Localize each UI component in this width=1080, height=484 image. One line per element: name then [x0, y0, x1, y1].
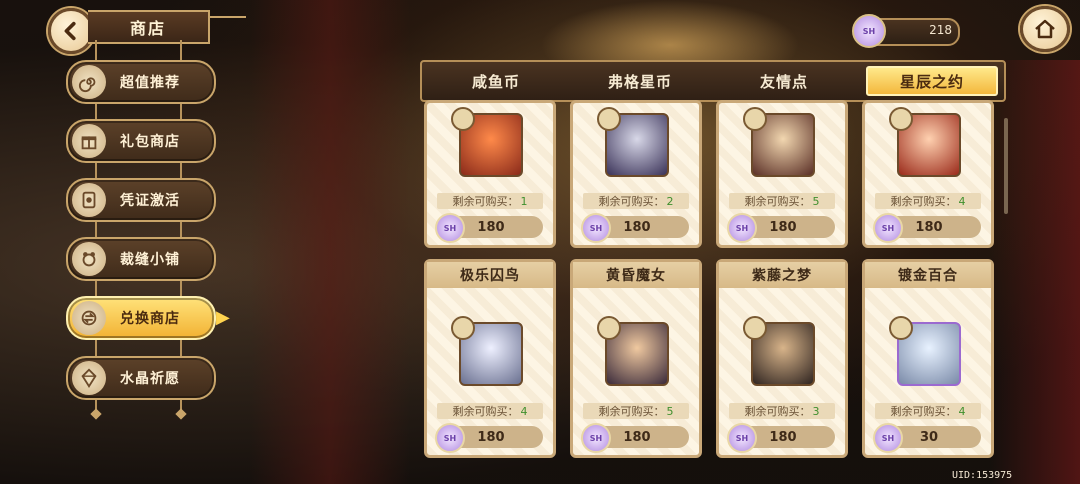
star-crystal-icon: SH [435, 213, 465, 243]
sidebar-item-label: 兑换商店 [120, 311, 180, 327]
tab-fog-star-coin[interactable]: 弗格星币 [574, 66, 706, 96]
chain-ornament [95, 160, 97, 180]
chain-ornament [180, 40, 182, 62]
price-button[interactable]: SH 180 [727, 213, 835, 243]
card-title: 镀金百合 [865, 262, 991, 288]
sidebar-item-label: 礼包商店 [120, 134, 180, 150]
title-ornament [208, 16, 246, 34]
diamond-ornament [175, 408, 187, 420]
star-crystal-icon: SH [435, 423, 465, 453]
spiral-icon [72, 65, 106, 99]
price-button[interactable]: SH 180 [581, 213, 689, 243]
shop-card[interactable]: 镀金百合 剩余可购买： 4 SH 30 [862, 259, 994, 458]
price-button[interactable]: SH 180 [581, 423, 689, 453]
arrow-left-icon [64, 21, 76, 41]
sidebar-item-label: 水晶祈愿 [120, 371, 180, 387]
chain-ornament [180, 160, 182, 180]
price-button[interactable]: SH 180 [873, 213, 981, 243]
star-crystal-icon: SH [873, 213, 903, 243]
exchange-icon [72, 301, 106, 335]
sidebar-item-tailor[interactable]: 裁缝小铺 [66, 237, 216, 281]
currency-amount: 218 [929, 23, 952, 37]
star-crystal-icon: SH [727, 213, 757, 243]
remaining-count: 剩余可购买： 4 [437, 403, 543, 419]
ticket-icon [72, 183, 106, 217]
shop-card[interactable]: 剩余可购买： 2 SH 180 [570, 100, 702, 248]
price-button[interactable]: SH 180 [727, 423, 835, 453]
badge-icon [451, 107, 475, 131]
shop-card[interactable]: 剩余可购买： 4 SH 180 [862, 100, 994, 248]
badge-icon [889, 107, 913, 131]
user-id: UID:153975 [952, 470, 1013, 481]
badge-icon [743, 316, 767, 340]
shop-card[interactable]: 极乐囚鸟 剩余可购买： 4 SH 180 [424, 259, 556, 458]
star-crystal-icon: SH [581, 423, 611, 453]
home-button[interactable] [1020, 6, 1070, 52]
chain-ornament [180, 338, 182, 358]
badge-icon [743, 107, 767, 131]
shop-card[interactable]: 剩余可购买： 5 SH 180 [716, 100, 848, 248]
sidebar-item-crystal-wish[interactable]: 水晶祈愿 [66, 356, 216, 400]
remaining-count: 剩余可购买： 5 [583, 403, 689, 419]
remaining-count: 剩余可购买： 2 [583, 193, 689, 209]
star-crystal-icon: SH [581, 213, 611, 243]
sidebar-item-label: 超值推荐 [120, 75, 180, 91]
shop-card[interactable]: 紫藤之梦 剩余可购买： 3 SH 180 [716, 259, 848, 458]
sidebar-item-voucher[interactable]: 凭证激活 [66, 178, 216, 222]
sidebar-item-gift-shop[interactable]: 礼包商店 [66, 119, 216, 163]
tab-star-promise[interactable]: 星辰之约 [866, 66, 998, 96]
scrollbar[interactable] [1004, 118, 1008, 214]
chain-ornament [95, 40, 97, 62]
crystal-icon [72, 361, 106, 395]
price-button[interactable]: SH 30 [873, 423, 981, 453]
star-crystal-icon: SH [873, 423, 903, 453]
badge-icon [889, 316, 913, 340]
page-title: 商店 [88, 10, 210, 44]
chevron-right-icon: ▶ [216, 307, 230, 328]
sidebar-item-recommend[interactable]: 超值推荐 [66, 60, 216, 104]
price-button[interactable]: SH 180 [435, 213, 543, 243]
sidebar-item-label: 裁缝小铺 [120, 252, 180, 268]
card-title: 极乐囚鸟 [427, 262, 553, 288]
gift-box-icon [72, 124, 106, 158]
tab-salted-fish-coin[interactable]: 咸鱼币 [430, 66, 562, 96]
sidebar-item-label: 凭证激活 [120, 193, 180, 209]
diamond-ornament [90, 408, 102, 420]
remaining-count: 剩余可购买： 4 [875, 403, 981, 419]
remaining-count: 剩余可购买： 1 [437, 193, 543, 209]
remaining-count: 剩余可购买： 5 [729, 193, 835, 209]
remaining-count: 剩余可购买： 3 [729, 403, 835, 419]
tailor-icon [72, 242, 106, 276]
badge-icon [597, 316, 621, 340]
price-button[interactable]: SH 180 [435, 423, 543, 453]
shop-card[interactable]: 黄昏魔女 剩余可购买： 5 SH 180 [570, 259, 702, 458]
background-curtain [250, 0, 410, 484]
shop-card[interactable]: 剩余可购买： 1 SH 180 [424, 100, 556, 248]
remaining-count: 剩余可购买： 4 [875, 193, 981, 209]
badge-icon [597, 107, 621, 131]
tab-friendship-points[interactable]: 友情点 [718, 66, 850, 96]
badge-icon [451, 316, 475, 340]
currency-tabs: 咸鱼币 弗格星币 友情点 星辰之约 [420, 60, 1006, 102]
chain-ornament [95, 338, 97, 358]
sidebar-item-exchange[interactable]: 兑换商店 [66, 296, 216, 340]
home-icon [1035, 19, 1055, 39]
star-crystal-icon: SH [727, 423, 757, 453]
card-title: 紫藤之梦 [719, 262, 845, 288]
star-crystal-icon: SH [852, 14, 886, 48]
card-title: 黄昏魔女 [573, 262, 699, 288]
